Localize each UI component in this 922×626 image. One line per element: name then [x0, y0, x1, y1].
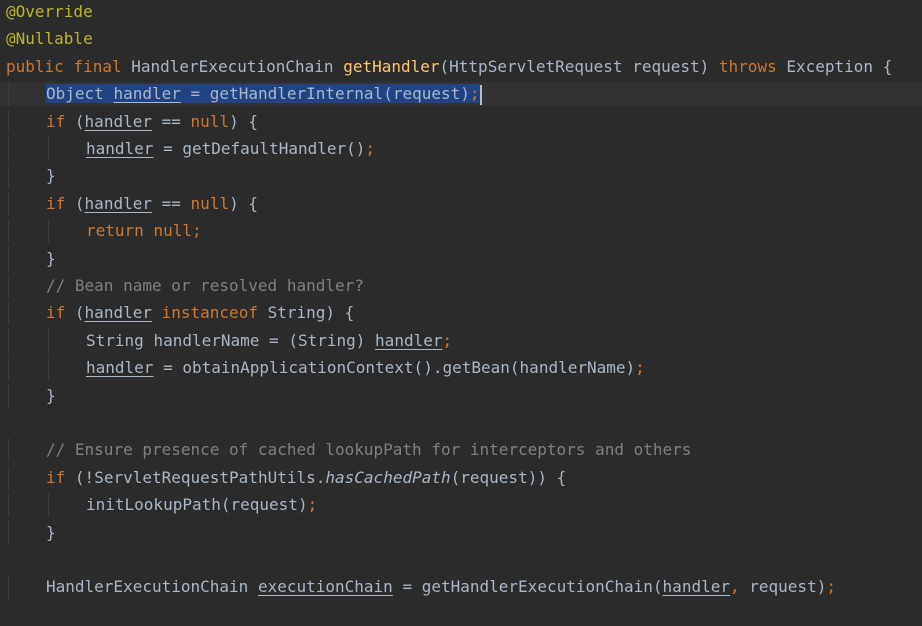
indent-guide [8, 356, 9, 381]
indent-guide [48, 356, 49, 381]
indent-guide [8, 164, 9, 189]
indent-guide [8, 575, 9, 600]
code-text: HandlerExecutionChain executionChain = g… [46, 577, 836, 597]
code-line[interactable]: public final HandlerExecutionChain getHa… [0, 55, 922, 79]
indent-guide [8, 191, 9, 216]
code-text: initLookupPath(request); [86, 495, 318, 515]
code-line[interactable]: if (!ServletRequestPathUtils.hasCachedPa… [0, 465, 922, 490]
indent-guide [8, 82, 9, 107]
code-line[interactable]: @Nullable [0, 27, 922, 51]
code-line[interactable]: } [0, 520, 922, 545]
indent-guide [8, 328, 9, 353]
indent-guide [8, 109, 9, 134]
code-text: if (handler == null) { [46, 111, 258, 131]
code-text: @Nullable [6, 29, 93, 49]
code-text: } [46, 248, 56, 268]
code-line[interactable]: @Override [0, 0, 922, 24]
code-text: @Override [6, 2, 93, 21]
code-line[interactable]: return null; [0, 219, 922, 244]
code-text: } [46, 522, 56, 542]
code-line[interactable] [0, 411, 922, 435]
indent-guide [48, 219, 49, 244]
code-line[interactable]: initLookupPath(request); [0, 493, 922, 518]
code-line[interactable]: if (handler instanceof String) { [0, 301, 922, 326]
indent-guide [8, 465, 9, 490]
indent-guide [8, 219, 9, 244]
code-line[interactable]: String handlerName = (String) handler; [0, 328, 922, 353]
code-text: handler = getDefaultHandler(); [86, 139, 376, 158]
code-text: // Bean name or resolved handler? [46, 276, 364, 295]
code-line[interactable] [0, 548, 922, 572]
code-text: if (!ServletRequestPathUtils.hasCachedPa… [46, 467, 567, 487]
code-line[interactable]: } [0, 246, 922, 271]
indent-guide [8, 493, 9, 518]
code-text: // Ensure presence of cached lookupPath … [46, 440, 692, 460]
code-line[interactable]: handler = obtainApplicationContext().get… [0, 356, 922, 381]
indent-guide [8, 383, 9, 408]
text-selection: Object handler = getHandlerInternal(requ… [46, 84, 480, 104]
code-line[interactable]: handler = getDefaultHandler(); [0, 137, 922, 161]
indent-guide [8, 301, 9, 326]
indent-guide [48, 493, 49, 518]
indent-guide [8, 274, 9, 298]
code-line[interactable]: HandlerExecutionChain executionChain = g… [0, 575, 922, 600]
code-text: } [46, 385, 56, 405]
indent-guide [48, 328, 49, 353]
code-text: handler = obtainApplicationContext().get… [86, 358, 645, 378]
code-line[interactable]: // Ensure presence of cached lookupPath … [0, 438, 922, 463]
code-line[interactable]: } [0, 383, 922, 408]
code-line[interactable]: if (handler == null) { [0, 109, 922, 134]
code-line[interactable]: // Bean name or resolved handler? [0, 274, 922, 298]
code-editor[interactable]: @Override @Nullable public final HandlerEx… [0, 0, 922, 626]
code-line[interactable]: Object handler = getHandlerInternal(requ… [0, 82, 922, 107]
code-line[interactable]: if (handler == null) { [0, 191, 922, 216]
indent-guide [8, 438, 9, 463]
code-text: return null; [86, 221, 202, 241]
code-text: } [46, 166, 56, 186]
code-line[interactable]: } [0, 164, 922, 189]
code-text: if (handler == null) { [46, 193, 258, 213]
indent-guide [8, 520, 9, 545]
code-text: public final HandlerExecutionChain getHa… [6, 56, 893, 76]
code-text: String handlerName = (String) handler; [86, 330, 453, 350]
text-caret [479, 84, 482, 105]
indent-guide [8, 137, 9, 161]
indent-guide [48, 137, 49, 161]
code-text: Object handler = getHandlerInternal(requ… [46, 82, 482, 106]
indent-guide [8, 246, 9, 271]
code-text: if (handler instanceof String) { [46, 303, 355, 323]
